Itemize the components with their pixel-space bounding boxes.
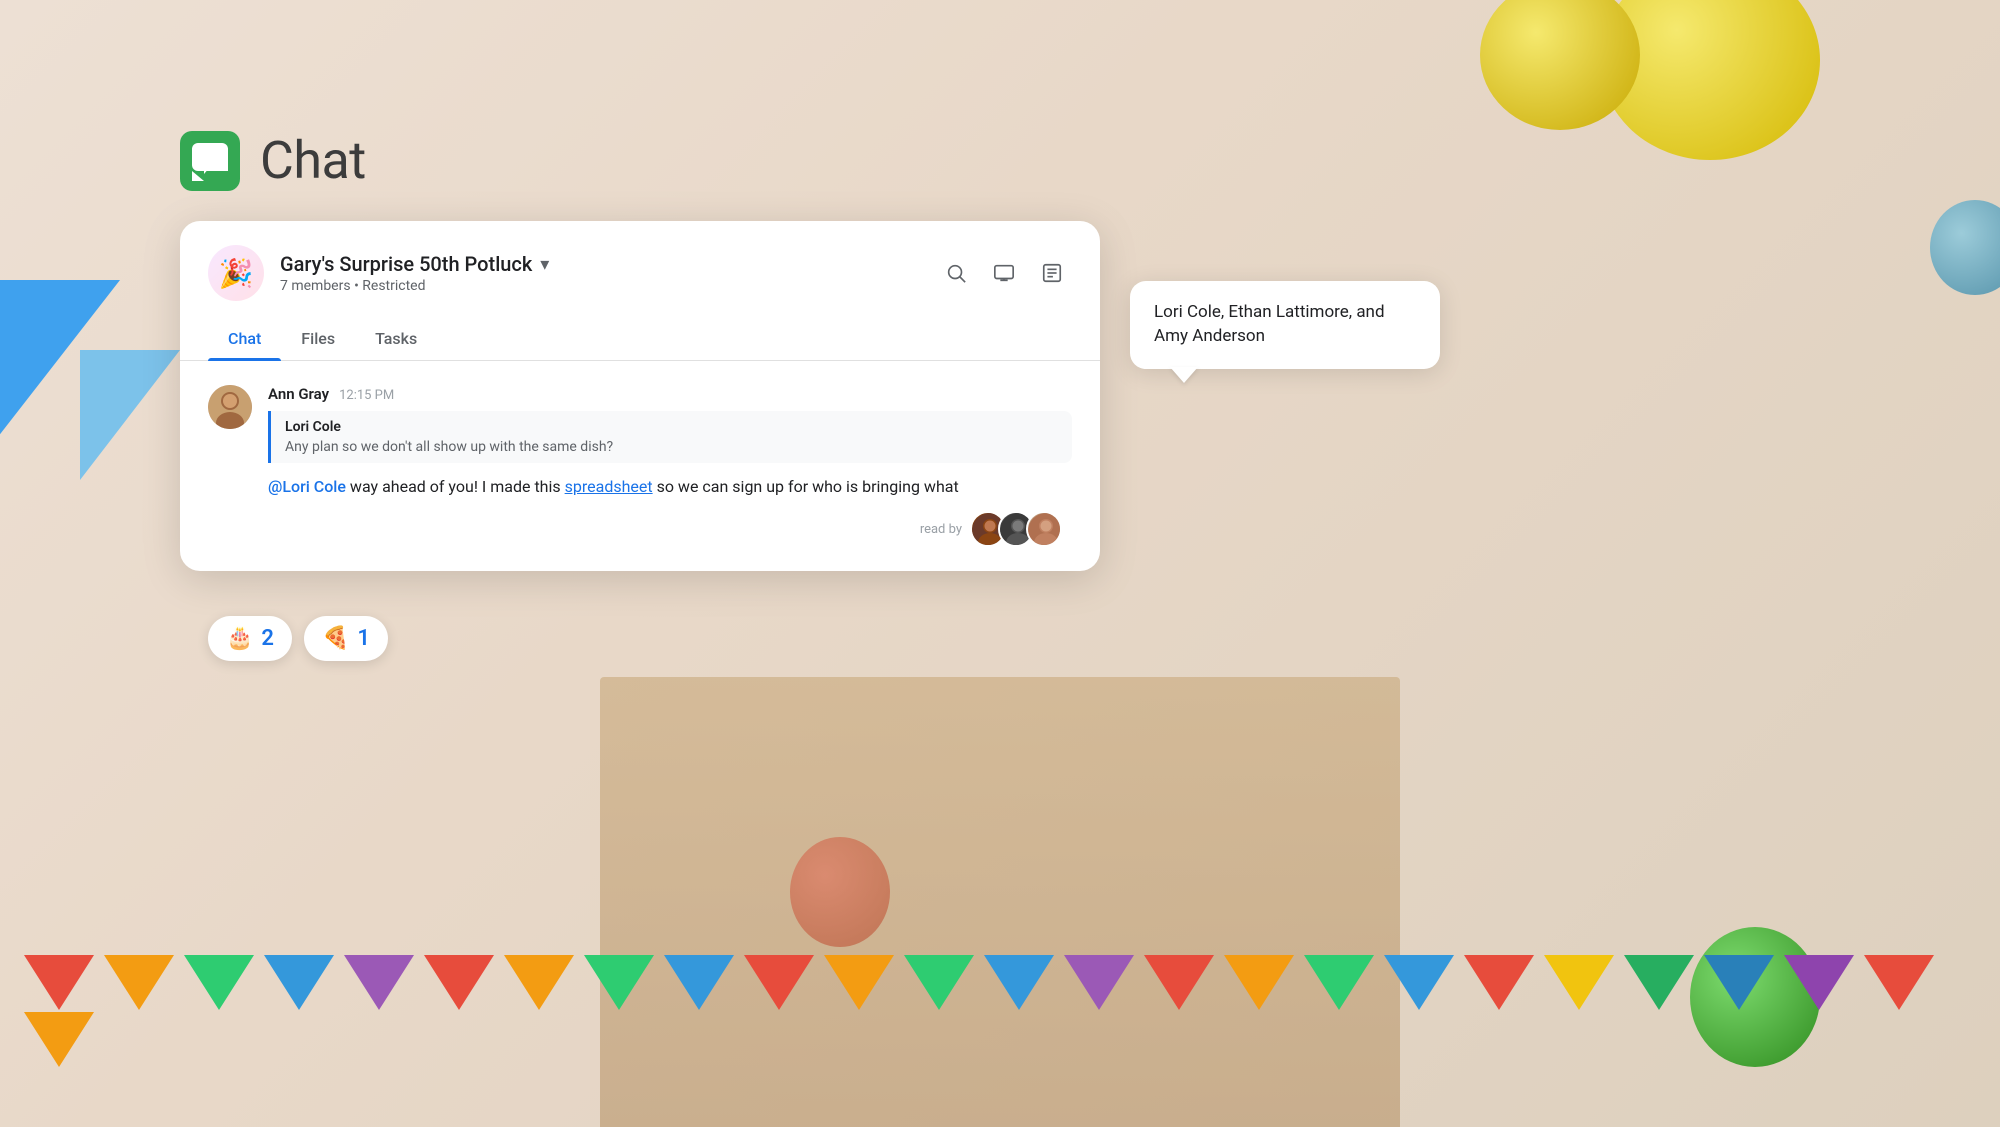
tooltip-bubble: Lori Cole, Ethan Lattimore, and Amy Ande… [1130,281,1440,369]
cake-count: 2 [261,626,274,651]
member-count: 7 members [280,278,351,294]
pizza-emoji: 🍕 [322,626,349,651]
message-row: Ann Gray 12:15 PM Lori Cole Any plan so … [208,385,1072,547]
reaction-pizza[interactable]: 🍕 1 [304,616,388,661]
read-avatar-3 [1026,511,1062,547]
group-dropdown-icon[interactable]: ▾ [540,254,549,275]
read-by-label: read by [920,522,962,537]
pizza-count: 1 [357,626,370,651]
group-info: Gary's Surprise 50th Potluck ▾ 7 members… [280,252,920,294]
mention-lori-cole[interactable]: @Lori Cole [268,477,346,496]
tab-chat[interactable]: Chat [208,317,281,360]
app-title: Chat [260,130,366,191]
restriction-label: Restricted [362,278,425,294]
message-text-part-2: so we can sign up for who is bringing wh… [657,477,959,496]
message-content: Ann Gray 12:15 PM Lori Cole Any plan so … [268,385,1072,547]
chat-logo [180,131,240,191]
ann-gray-avatar [208,385,252,429]
group-meta: 7 members • Restricted [280,278,920,294]
quoted-text: Any plan so we don't all show up with th… [285,439,1058,455]
message-header: Ann Gray 12:15 PM [268,385,1072,403]
main-content: Chat 🎉 Gary's Surprise 50th Potluck ▾ 7 … [0,0,2000,1127]
notes-icon [1041,262,1063,284]
screen-icon [993,262,1015,284]
chat-logo-svg [190,141,230,181]
read-receipts: read by [268,511,1072,547]
message-text: @Lori Cole way ahead of you! I made this… [268,475,1072,499]
quoted-message: Lori Cole Any plan so we don't all show … [268,411,1072,463]
message-author: Ann Gray [268,385,329,403]
message-text-part-1: way ahead of you! I made this [350,477,565,496]
message-time: 12:15 PM [339,388,394,403]
card-tabs: Chat Files Tasks [180,317,1100,361]
tooltip-text: Lori Cole, Ethan Lattimore, and Amy Ande… [1154,302,1385,346]
tab-files[interactable]: Files [281,317,355,360]
card-actions [936,253,1072,293]
group-name-row: Gary's Surprise 50th Potluck ▾ [280,252,920,276]
cake-emoji: 🎂 [226,626,253,651]
group-avatar: 🎉 [208,245,264,301]
notes-button[interactable] [1032,253,1072,293]
group-name-text: Gary's Surprise 50th Potluck [280,252,532,276]
screen-share-button[interactable] [984,253,1024,293]
read-avatars [970,511,1062,547]
reactions-bar: 🎂 2 🍕 1 [208,616,388,661]
spreadsheet-link[interactable]: spreadsheet [565,477,653,496]
quoted-author: Lori Cole [285,419,1058,435]
search-icon [945,262,967,284]
search-button[interactable] [936,253,976,293]
reaction-cake[interactable]: 🎂 2 [208,616,292,661]
tab-tasks[interactable]: Tasks [355,317,437,360]
card-header: 🎉 Gary's Surprise 50th Potluck ▾ 7 membe… [180,221,1100,301]
chat-card: 🎉 Gary's Surprise 50th Potluck ▾ 7 membe… [180,221,1100,571]
message-area: Ann Gray 12:15 PM Lori Cole Any plan so … [180,361,1100,571]
app-header: Chat [180,130,366,191]
